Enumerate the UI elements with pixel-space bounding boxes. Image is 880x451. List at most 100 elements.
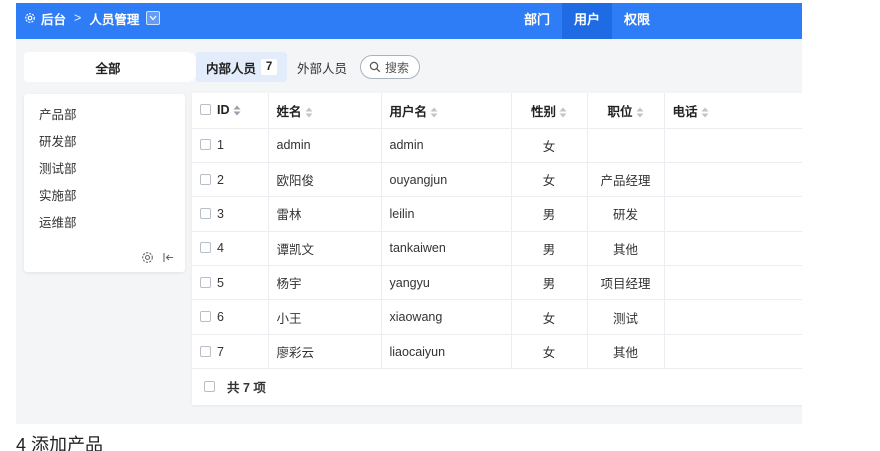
cell-id: 1 (217, 138, 224, 153)
cell-username: yangyu (381, 265, 512, 301)
column-header-gender[interactable]: 性别 (511, 93, 588, 129)
cell-position: 研发 (587, 196, 665, 232)
users-table: ID 姓名 用户名 性别 职位 电话 1 admin admin 女 2 欧阳俊… (192, 93, 802, 405)
tab-external[interactable]: 外部人员 (287, 52, 357, 82)
table-row[interactable]: 6 小王 xiaowang 女 测试 (192, 299, 802, 335)
tab-external-label: 外部人员 (297, 61, 348, 76)
cell-gender: 女 (511, 162, 588, 198)
nav-departments[interactable]: 部门 (512, 3, 562, 39)
department-all-button[interactable]: 全部 (24, 52, 202, 82)
cell-phone (664, 265, 802, 301)
cell-username: leilin (381, 196, 512, 232)
select-all-checkbox[interactable] (200, 104, 211, 116)
cell-gender: 男 (511, 196, 588, 232)
cell-name: 雷林 (268, 196, 382, 232)
cell-position: 产品经理 (587, 162, 665, 198)
cell-id: 2 (217, 172, 224, 187)
cell-position: 测试 (587, 299, 665, 335)
cell-username: admin (381, 128, 512, 163)
cell-phone (664, 231, 802, 267)
table-row[interactable]: 2 欧阳俊 ouyangjun 女 产品经理 (192, 162, 802, 198)
table-footer: 共 7 项 (192, 369, 802, 403)
app-window: 后台 > 人员管理 部门 用户 权限 全部 产品部 研发部 测试部 实施部 运维… (16, 3, 802, 424)
cell-position (587, 128, 665, 163)
column-header-label: 职位 (607, 104, 633, 119)
sidebar-item-rnd[interactable]: 研发部 (39, 133, 77, 160)
column-header-username[interactable]: 用户名 (381, 93, 512, 129)
cell-gender: 女 (511, 128, 588, 163)
sort-icon[interactable] (233, 105, 241, 116)
cell-username: xiaowang (381, 299, 512, 335)
sidebar-item-operations[interactable]: 运维部 (39, 214, 77, 241)
search-label: 搜索 (385, 60, 410, 75)
total-count: 共 7 项 (227, 380, 266, 395)
collapse-sidebar-icon[interactable] (162, 251, 175, 264)
table-row[interactable]: 4 谭凯文 tankaiwen 男 其他 (192, 231, 802, 267)
user-type-tabs: 内部人员 7 外部人员 (196, 52, 357, 82)
row-checkbox[interactable] (200, 276, 211, 288)
table-row[interactable]: 5 杨宇 yangyu 男 项目经理 (192, 265, 802, 301)
row-checkbox[interactable] (200, 242, 211, 254)
column-header-label: 用户名 (389, 104, 428, 119)
search-icon (369, 61, 381, 73)
column-header-label: ID (217, 103, 230, 118)
cell-id: 4 (217, 241, 224, 256)
cell-id: 5 (217, 275, 224, 290)
search-button[interactable]: 搜索 (360, 55, 420, 79)
column-header-position[interactable]: 职位 (587, 93, 665, 129)
sort-icon[interactable] (559, 107, 567, 118)
breadcrumb: 后台 > 人员管理 (24, 3, 161, 33)
table-row[interactable]: 7 廖彩云 liaocaiyun 女 其他 (192, 334, 802, 370)
count-badge: 7 (261, 59, 278, 75)
cell-phone (664, 162, 802, 198)
sort-icon[interactable] (636, 107, 644, 118)
footer-select-checkbox[interactable] (204, 380, 215, 392)
caption-text: 4 添加产品 (16, 435, 104, 451)
row-checkbox[interactable] (200, 345, 211, 357)
tab-internal[interactable]: 内部人员 7 (196, 52, 288, 82)
column-header-name[interactable]: 姓名 (268, 93, 382, 129)
column-header-label: 性别 (530, 104, 556, 119)
column-header-label: 姓名 (276, 104, 302, 119)
cell-position: 其他 (587, 334, 665, 370)
table-row[interactable]: 3 雷林 leilin 男 研发 (192, 196, 802, 232)
cell-gender: 女 (511, 334, 588, 370)
cell-name: 廖彩云 (268, 334, 382, 370)
chevron-down-icon[interactable] (146, 11, 161, 25)
sidebar-item-implementation[interactable]: 实施部 (39, 187, 77, 214)
cell-phone (664, 299, 802, 335)
breadcrumb-separator: > (74, 11, 82, 25)
department-sidebar: 产品部 研发部 测试部 实施部 运维部 (24, 94, 185, 272)
nav-users[interactable]: 用户 (562, 3, 613, 39)
cell-name: 欧阳俊 (268, 162, 382, 198)
tab-internal-label: 内部人员 (206, 61, 257, 76)
gear-icon[interactable] (141, 251, 154, 264)
column-header-id[interactable]: ID (192, 93, 269, 129)
cell-phone (664, 196, 802, 232)
breadcrumb-root[interactable]: 后台 (41, 9, 66, 28)
cell-gender: 女 (511, 299, 588, 335)
cell-phone (664, 334, 802, 370)
cell-position: 项目经理 (587, 265, 665, 301)
row-checkbox[interactable] (200, 207, 211, 219)
sidebar-item-product[interactable]: 产品部 (39, 106, 77, 133)
cell-position: 其他 (587, 231, 665, 267)
cell-id: 6 (217, 310, 224, 325)
column-header-phone[interactable]: 电话 (664, 93, 802, 129)
row-checkbox[interactable] (200, 139, 211, 151)
top-nav: 部门 用户 权限 (512, 3, 662, 39)
row-checkbox[interactable] (200, 173, 211, 185)
sort-icon[interactable] (701, 107, 709, 118)
sort-icon[interactable] (305, 107, 313, 118)
sort-icon[interactable] (430, 107, 438, 118)
cell-username: liaocaiyun (381, 334, 512, 370)
row-checkbox[interactable] (200, 311, 211, 323)
column-header-label: 电话 (672, 104, 698, 119)
cell-username: tankaiwen (381, 231, 512, 267)
nav-permissions[interactable]: 权限 (612, 3, 662, 39)
cell-name: 杨宇 (268, 265, 382, 301)
table-row[interactable]: 1 admin admin 女 (192, 128, 802, 163)
breadcrumb-current: 人员管理 (89, 12, 140, 27)
sidebar-item-testing[interactable]: 测试部 (39, 160, 77, 187)
cell-gender: 男 (511, 265, 588, 301)
